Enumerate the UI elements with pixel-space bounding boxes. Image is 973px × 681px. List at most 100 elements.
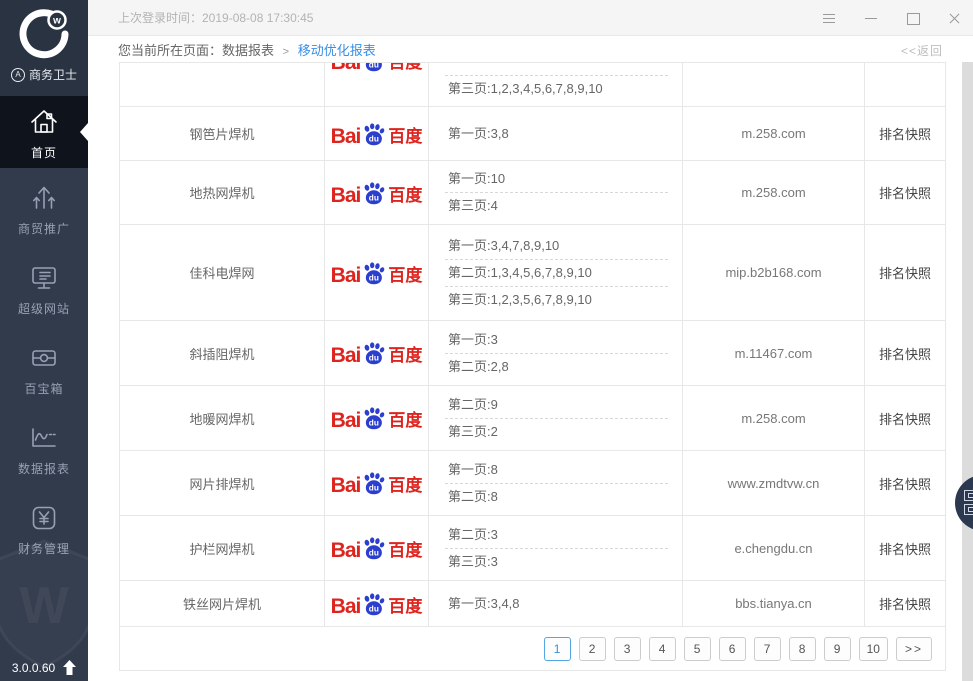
app-window: w A 商务卫士 首页 [0, 0, 973, 681]
engine-cell: Baidu百度 [325, 386, 429, 450]
back-link[interactable]: <<返回 [901, 40, 943, 62]
baidu-paw-icon: du [360, 180, 387, 207]
breadcrumb-current-link[interactable]: 移动优化报表 [298, 43, 376, 58]
snapshot-cell: 排名快照 [865, 581, 945, 626]
vertical-scrollbar[interactable] [962, 62, 973, 681]
sidebar-item-finance[interactable]: 财务管理 [0, 488, 88, 568]
page-rank-line: 第二页:8 [445, 484, 668, 510]
report-icon [27, 421, 61, 455]
maximize-icon[interactable] [905, 10, 921, 26]
version-row: 3.0.0.60 [0, 660, 88, 675]
snapshot-link[interactable]: 排名快照 [879, 344, 931, 363]
snapshot-link[interactable]: 排名快照 [879, 183, 931, 202]
engine-cell: Baidu百度 [325, 516, 429, 580]
snapshot-link[interactable]: 排名快照 [879, 539, 931, 558]
snapshot-cell: 排名快照 [865, 321, 945, 385]
sidebar-header: w A 商务卫士 [0, 0, 88, 96]
snapshot-link[interactable]: 排名快照 [879, 124, 931, 143]
sidebar-item-toolbox[interactable]: 百宝箱 [0, 328, 88, 408]
brand: A 商务卫士 [0, 66, 88, 83]
keyword-cell [120, 63, 325, 106]
close-icon[interactable] [947, 10, 963, 26]
engine-cell: Baidu百度 [325, 161, 429, 224]
toolbox-icon [27, 341, 61, 375]
baidu-logo: Baidu百度 [331, 469, 423, 497]
pagination: 123456789 10 >> [120, 627, 945, 671]
baidu-paw-icon: du [360, 535, 387, 562]
floating-feedback-button[interactable] [955, 475, 973, 531]
sidebar-item-reports[interactable]: 数据报表 [0, 408, 88, 488]
page-rank-line: 第三页:1,2,3,4,5,6,7,8,9,10 [445, 76, 668, 102]
page-button-5[interactable]: 5 [684, 637, 711, 661]
snapshot-link[interactable]: 排名快照 [879, 474, 931, 493]
baidu-paw-icon: du [360, 121, 387, 148]
snapshot-cell: 排名快照 [865, 161, 945, 224]
breadcrumb-separator: > [283, 46, 289, 58]
baidu-paw-icon: du [360, 405, 387, 432]
page-rank-line: 第一页:8 [445, 457, 668, 483]
engine-cell: Baidu百度 [325, 225, 429, 320]
baidu-logo: Baidu百度 [331, 404, 423, 432]
page-button-1[interactable]: 1 [544, 637, 571, 661]
snapshot-cell: 排名快照 [865, 386, 945, 450]
keyword-cell: 斜插阻焊机 [120, 321, 325, 385]
baidu-paw-icon: du [360, 591, 387, 618]
page-button-4[interactable]: 4 [649, 637, 676, 661]
sidebar-item-home[interactable]: 首页 [0, 96, 88, 168]
menu-icon[interactable] [821, 10, 837, 26]
next-pages-button[interactable]: >> [896, 637, 932, 661]
brand-name: 商务卫士 [29, 66, 77, 83]
breadcrumb: 您当前所在页面：数据报表 > 移动优化报表 [118, 40, 376, 62]
domain-cell: m.11467.com [683, 321, 865, 385]
baidu-paw-icon: du [360, 63, 387, 74]
sidebar-item-website[interactable]: 超级网站 [0, 248, 88, 328]
page-button-7[interactable]: 7 [754, 637, 781, 661]
page-button-2[interactable]: 2 [579, 637, 606, 661]
website-icon [27, 261, 61, 295]
sidebar: w A 商务卫士 首页 [0, 0, 88, 681]
domain-cell: m.258.com [683, 386, 865, 450]
sidebar-item-promotion[interactable]: 商贸推广 [0, 168, 88, 248]
main-content: 您当前所在页面：数据报表 > 移动优化报表 <<返回 Baidu百度第三页:1,… [88, 36, 973, 681]
page-button-8[interactable]: 8 [789, 637, 816, 661]
snapshot-link[interactable]: 排名快照 [879, 263, 931, 282]
window-controls [821, 0, 963, 36]
page-button-10[interactable]: 10 [859, 637, 888, 661]
engine-cell: Baidu百度 [325, 451, 429, 515]
baidu-logo: Baidu百度 [331, 120, 423, 148]
keyword-cell: 地暖网焊机 [120, 386, 325, 450]
version-label: 3.0.0.60 [12, 661, 55, 675]
table-row: 地暖网焊机Baidu百度第二页:9第三页:2m.258.com 排名快照 [120, 386, 945, 451]
ranking-table: Baidu百度第三页:1,2,3,4,5,6,7,8,9,10钢笆片焊机Baid… [119, 62, 946, 671]
active-notch [80, 123, 88, 141]
minimize-icon[interactable] [863, 10, 879, 26]
page-rank-line: 第一页:3,4,8 [445, 591, 668, 617]
svg-text:du: du [369, 134, 379, 143]
baidu-logo: Baidu百度 [331, 179, 423, 207]
update-arrow-icon[interactable] [63, 660, 76, 675]
domain-cell: bbs.tianya.cn [683, 581, 865, 626]
snapshot-link[interactable]: 排名快照 [879, 594, 931, 613]
baidu-paw-icon: du [360, 470, 387, 497]
table-row: 钢笆片焊机Baidu百度第一页:3,8m.258.com排名快照 [120, 107, 945, 161]
domain-cell: mip.b2b168.com [683, 225, 865, 320]
engine-cell: Baidu百度 [325, 321, 429, 385]
snapshot-link[interactable]: 排名快照 [879, 409, 931, 428]
baidu-logo: Baidu百度 [331, 534, 423, 562]
keyword-cell: 佳科电焊网 [120, 225, 325, 320]
page-rank-line: 第一页:3 [445, 327, 668, 353]
svg-text:du: du [369, 548, 379, 557]
page-ranks-cell: 第三页:1,2,3,4,5,6,7,8,9,10 [429, 63, 683, 106]
svg-text:du: du [369, 353, 379, 362]
page-button-3[interactable]: 3 [614, 637, 641, 661]
sidebar-item-label: 百宝箱 [24, 380, 63, 397]
page-ranks-cell: 第二页:9第三页:2 [429, 386, 683, 450]
page-button-9[interactable]: 9 [824, 637, 851, 661]
home-icon [27, 105, 61, 139]
baidu-logo: Baidu百度 [331, 63, 423, 74]
page-button-6[interactable]: 6 [719, 637, 746, 661]
page-ranks-cell: 第一页:3,8 [429, 107, 683, 160]
snapshot-cell: 排名快照 [865, 107, 945, 160]
page-rank-line: 第二页:9 [445, 392, 668, 418]
table-row: 斜插阻焊机Baidu百度第一页:3第二页:2,8m.11467.com排名快照 [120, 321, 945, 386]
